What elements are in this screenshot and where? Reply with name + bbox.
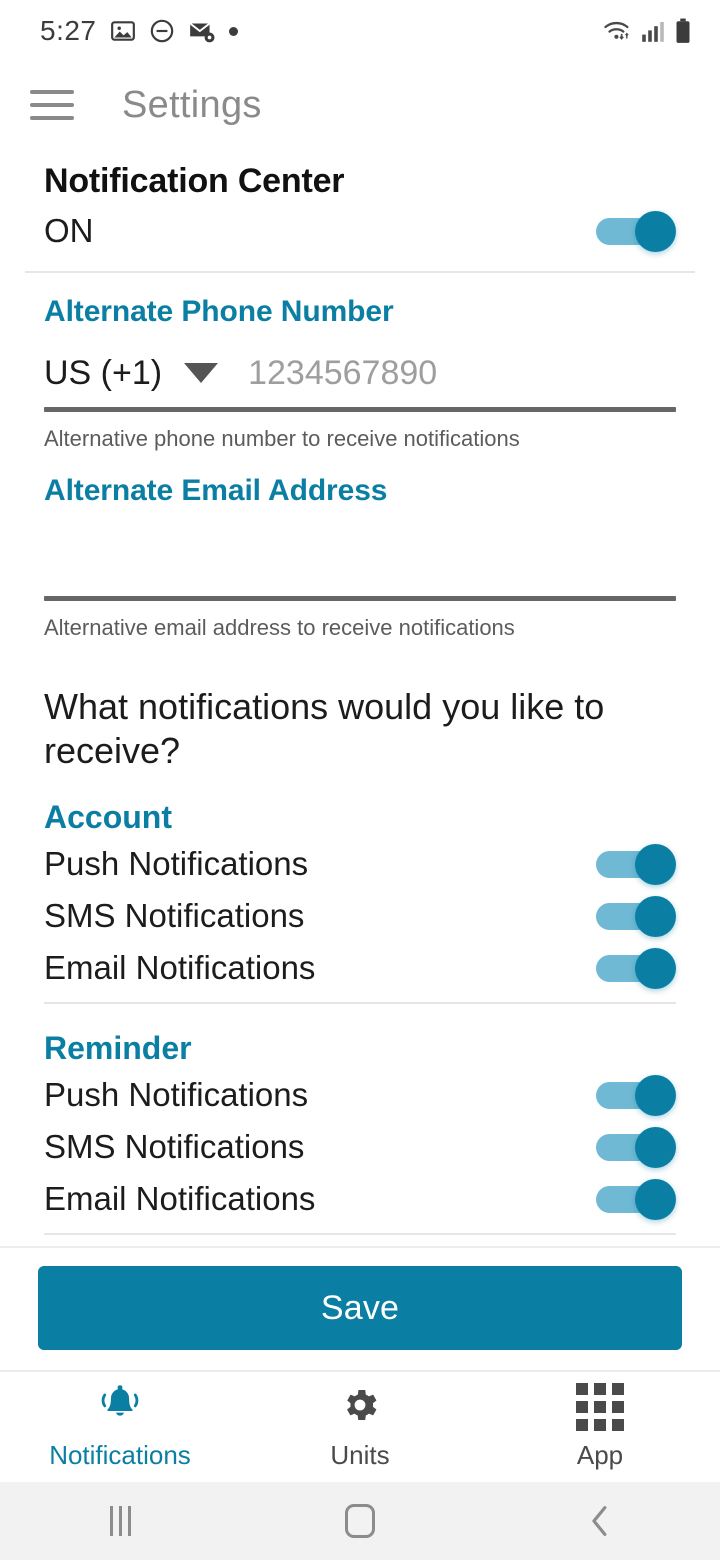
notifications-question: What notifications would you like to rec… bbox=[44, 686, 605, 771]
toggle-thumb bbox=[635, 211, 676, 252]
bell-icon bbox=[98, 1384, 142, 1431]
group-title-account: Account bbox=[44, 798, 172, 835]
alternate-email-row bbox=[44, 526, 676, 588]
alternate-phone-label: Alternate Phone Number bbox=[44, 295, 394, 328]
status-bar: 5:27 bbox=[0, 0, 720, 62]
alternate-email-label: Alternate Email Address bbox=[44, 474, 388, 507]
mail-settings-icon bbox=[188, 18, 216, 44]
alternate-email-hint: Alternative email address to receive not… bbox=[44, 615, 515, 640]
home-icon[interactable] bbox=[240, 1504, 480, 1538]
page-title: Settings bbox=[122, 83, 262, 126]
status-bar-left: 5:27 bbox=[40, 15, 238, 47]
country-code-select[interactable]: US (+1) bbox=[44, 353, 219, 393]
notification-center-row[interactable]: ON bbox=[0, 201, 720, 265]
notification-center-heading: Notification Center bbox=[44, 162, 345, 200]
chevron-down-icon bbox=[184, 363, 219, 383]
toggle-thumb bbox=[635, 947, 676, 989]
bottom-navigation: Notifications Units App bbox=[0, 1370, 720, 1482]
notification-center-state-label: ON bbox=[44, 212, 94, 249]
notification-row-reminder-push[interactable]: Push Notifications bbox=[0, 1069, 720, 1121]
dot-indicator-icon bbox=[228, 26, 238, 36]
row-label: Email Notifications bbox=[44, 1179, 316, 1217]
divider bbox=[44, 1232, 676, 1235]
notification-row-account-push[interactable]: Push Notifications bbox=[0, 838, 720, 890]
toggle-thumb bbox=[635, 843, 676, 885]
toggle-thumb bbox=[635, 1178, 676, 1220]
recents-glyph bbox=[109, 1506, 131, 1536]
hamburger-line bbox=[30, 116, 74, 120]
row-label: Email Notifications bbox=[44, 948, 316, 986]
alternate-phone-underline bbox=[44, 407, 676, 412]
notification-center-toggle[interactable] bbox=[596, 211, 676, 252]
row-label: SMS Notifications bbox=[44, 896, 305, 934]
back-glyph bbox=[592, 1506, 607, 1536]
recents-icon[interactable] bbox=[0, 1506, 240, 1536]
nav-item-units[interactable]: Units bbox=[240, 1384, 480, 1471]
status-bar-right bbox=[602, 18, 692, 44]
save-bar: Save bbox=[0, 1246, 720, 1370]
country-code-value: US (+1) bbox=[44, 353, 163, 392]
grid-icon bbox=[576, 1383, 624, 1431]
toggle-thumb bbox=[635, 895, 676, 937]
back-icon[interactable] bbox=[480, 1504, 720, 1538]
nav-label-app: App bbox=[576, 1440, 624, 1470]
phone-screen: 5:27 Settings Notification Center ON Alt… bbox=[0, 0, 720, 1560]
home-glyph bbox=[345, 1504, 375, 1538]
hamburger-line bbox=[30, 90, 74, 94]
toggle-reminder-email[interactable] bbox=[596, 1178, 676, 1220]
wifi-icon bbox=[602, 18, 632, 44]
toggle-thumb bbox=[635, 1126, 676, 1168]
hamburger-line bbox=[30, 103, 74, 107]
battery-icon bbox=[674, 18, 692, 44]
alternate-phone-input[interactable] bbox=[248, 353, 676, 393]
alternate-email-field-block: Alternate Email Address Alternative emai… bbox=[0, 452, 720, 641]
toggle-thumb bbox=[635, 1074, 676, 1116]
nav-label-units: Units bbox=[330, 1439, 390, 1470]
group-title-reminder: Reminder bbox=[44, 1029, 192, 1066]
alternate-phone-row: US (+1) bbox=[44, 347, 676, 399]
nav-item-notifications[interactable]: Notifications bbox=[0, 1384, 240, 1471]
alternate-phone-field-block: Alternate Phone Number US (+1) Alternati… bbox=[0, 273, 720, 452]
system-navigation-bar bbox=[0, 1482, 720, 1560]
toggle-reminder-sms[interactable] bbox=[596, 1126, 676, 1168]
row-label: Push Notifications bbox=[44, 844, 309, 882]
save-button[interactable]: Save bbox=[38, 1266, 682, 1350]
toggle-account-push[interactable] bbox=[596, 843, 676, 885]
row-label: SMS Notifications bbox=[44, 1127, 305, 1165]
app-bar: Settings bbox=[0, 62, 720, 148]
do-not-disturb-icon bbox=[149, 18, 175, 44]
toggle-account-sms[interactable] bbox=[596, 895, 676, 937]
alternate-email-underline bbox=[44, 596, 676, 601]
nav-label-notifications: Notifications bbox=[49, 1439, 191, 1470]
notification-row-account-sms[interactable]: SMS Notifications bbox=[0, 890, 720, 942]
row-label: Push Notifications bbox=[44, 1075, 309, 1113]
notification-row-reminder-sms[interactable]: SMS Notifications bbox=[0, 1121, 720, 1173]
toggle-account-email[interactable] bbox=[596, 947, 676, 989]
hamburger-menu-icon[interactable] bbox=[30, 90, 74, 120]
toggle-reminder-push[interactable] bbox=[596, 1074, 676, 1116]
image-icon bbox=[110, 18, 136, 44]
gear-icon bbox=[339, 1384, 381, 1431]
notification-row-reminder-email[interactable]: Email Notifications bbox=[0, 1173, 720, 1225]
cellular-signal-icon bbox=[641, 19, 665, 43]
nav-item-app[interactable]: App bbox=[480, 1383, 720, 1471]
alternate-phone-hint: Alternative phone number to receive noti… bbox=[44, 426, 520, 451]
status-bar-clock: 5:27 bbox=[40, 15, 97, 46]
alternate-email-input[interactable] bbox=[44, 526, 676, 588]
notification-row-account-email[interactable]: Email Notifications bbox=[0, 942, 720, 994]
settings-content: Notification Center ON Alternate Phone N… bbox=[0, 148, 720, 1246]
